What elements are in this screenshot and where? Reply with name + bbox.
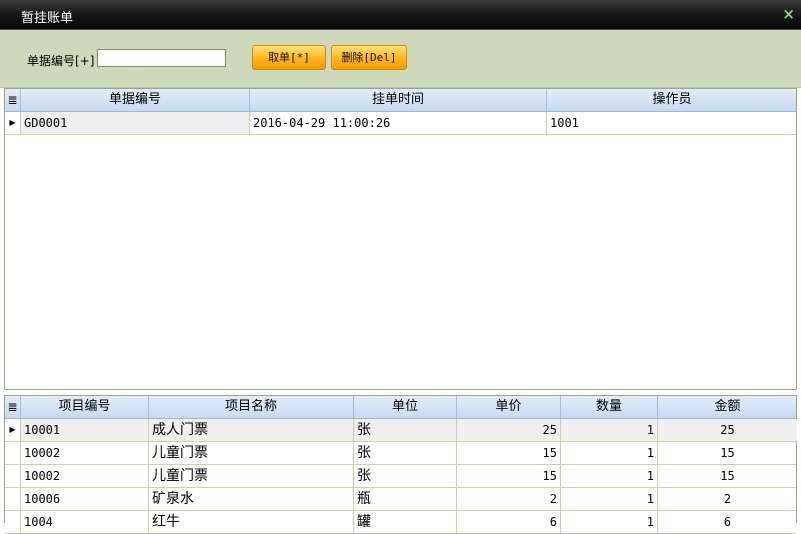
table-row[interactable]: ▶ GD0001 2016-04-29 11:00:26 1001 — [5, 112, 796, 135]
cell-unit[interactable]: 罐 — [354, 511, 457, 533]
row-indicator — [5, 488, 21, 510]
column-header-qty[interactable]: 数量 — [561, 396, 658, 418]
column-header-hold-time[interactable]: 挂单时间 — [250, 89, 547, 111]
grid-menu-icon[interactable]: ≣ — [5, 396, 21, 418]
cell-price[interactable]: 15 — [457, 442, 561, 464]
column-header-operator[interactable]: 操作员 — [547, 89, 797, 111]
cell-price[interactable]: 6 — [457, 511, 561, 533]
cell-price[interactable]: 25 — [457, 419, 561, 441]
title-bar: 暂挂账单 × — [0, 0, 801, 30]
table-row[interactable]: 10002 儿童门票 张 15 1 15 — [5, 465, 796, 488]
column-header-item-name[interactable]: 项目名称 — [149, 396, 354, 418]
cell-item-code[interactable]: 10006 — [21, 488, 149, 510]
delete-bill-button[interactable]: 删除[Del] — [331, 45, 407, 70]
cell-item-code[interactable]: 10002 — [21, 465, 149, 487]
row-indicator — [5, 511, 21, 533]
row-indicator — [5, 442, 21, 464]
column-header-price[interactable]: 单价 — [457, 396, 561, 418]
close-icon[interactable]: × — [782, 5, 795, 23]
cell-unit[interactable]: 张 — [354, 442, 457, 464]
cell-qty[interactable]: 1 — [561, 419, 658, 441]
row-indicator — [5, 465, 21, 487]
cell-unit[interactable]: 张 — [354, 419, 457, 441]
row-pointer-icon: ▶ — [5, 419, 21, 441]
row-pointer-icon: ▶ — [5, 112, 21, 134]
cell-price[interactable]: 15 — [457, 465, 561, 487]
cell-amount[interactable]: 15 — [658, 465, 797, 487]
cell-qty[interactable]: 1 — [561, 465, 658, 487]
grid-header: ≣ 单据编号 挂单时间 操作员 — [5, 89, 796, 112]
table-row[interactable]: 10006 矿泉水 瓶 2 1 2 — [5, 488, 796, 511]
cell-amount[interactable]: 6 — [658, 511, 797, 533]
cell-item-name[interactable]: 儿童门票 — [149, 465, 354, 487]
cell-operator[interactable]: 1001 — [547, 112, 797, 134]
grid-header: ≣ 项目编号 项目名称 单位 单价 数量 金额 — [5, 396, 796, 419]
column-header-item-code[interactable]: 项目编号 — [21, 396, 149, 418]
table-row[interactable]: ▶ 10001 成人门票 张 25 1 25 — [5, 419, 797, 442]
search-toolbar: 单据编号[+] 取单[*] 删除[Del] — [0, 30, 801, 88]
cell-doc-no[interactable]: GD0001 — [21, 112, 250, 134]
cell-item-name[interactable]: 红牛 — [149, 511, 354, 533]
cell-item-code[interactable]: 1004 — [21, 511, 149, 533]
cell-item-code[interactable]: 10001 — [21, 419, 149, 441]
cell-item-name[interactable]: 矿泉水 — [149, 488, 354, 510]
column-header-amount[interactable]: 金额 — [658, 396, 797, 418]
cell-price[interactable]: 2 — [457, 488, 561, 510]
take-bill-button[interactable]: 取单[*] — [252, 45, 326, 70]
cell-amount[interactable]: 15 — [658, 442, 797, 464]
cell-amount[interactable]: 2 — [658, 488, 797, 510]
cell-item-name[interactable]: 儿童门票 — [149, 442, 354, 464]
grid-menu-icon[interactable]: ≣ — [5, 89, 21, 111]
cell-amount[interactable]: 25 — [658, 419, 797, 441]
cell-qty[interactable]: 1 — [561, 488, 658, 510]
held-bills-grid: ≣ 单据编号 挂单时间 操作员 ▶ GD0001 2016-04-29 11:0… — [4, 88, 797, 390]
cell-qty[interactable]: 1 — [561, 511, 658, 533]
table-row[interactable]: 10002 儿童门票 张 15 1 15 — [5, 442, 796, 465]
cell-hold-time[interactable]: 2016-04-29 11:00:26 — [250, 112, 547, 134]
doc-no-input[interactable] — [97, 49, 226, 67]
column-header-unit[interactable]: 单位 — [354, 396, 457, 418]
cell-qty[interactable]: 1 — [561, 442, 658, 464]
window-title: 暂挂账单 — [21, 11, 74, 26]
cell-item-code[interactable]: 10002 — [21, 442, 149, 464]
doc-no-label: 单据编号[+] — [27, 54, 95, 68]
bill-items-grid: ≣ 项目编号 项目名称 单位 单价 数量 金额 ▶ 10001 成人门票 张 2… — [4, 395, 797, 534]
column-header-doc-no[interactable]: 单据编号 — [21, 89, 250, 111]
cell-unit[interactable]: 张 — [354, 465, 457, 487]
cell-unit[interactable]: 瓶 — [354, 488, 457, 510]
cell-item-name[interactable]: 成人门票 — [149, 419, 354, 441]
